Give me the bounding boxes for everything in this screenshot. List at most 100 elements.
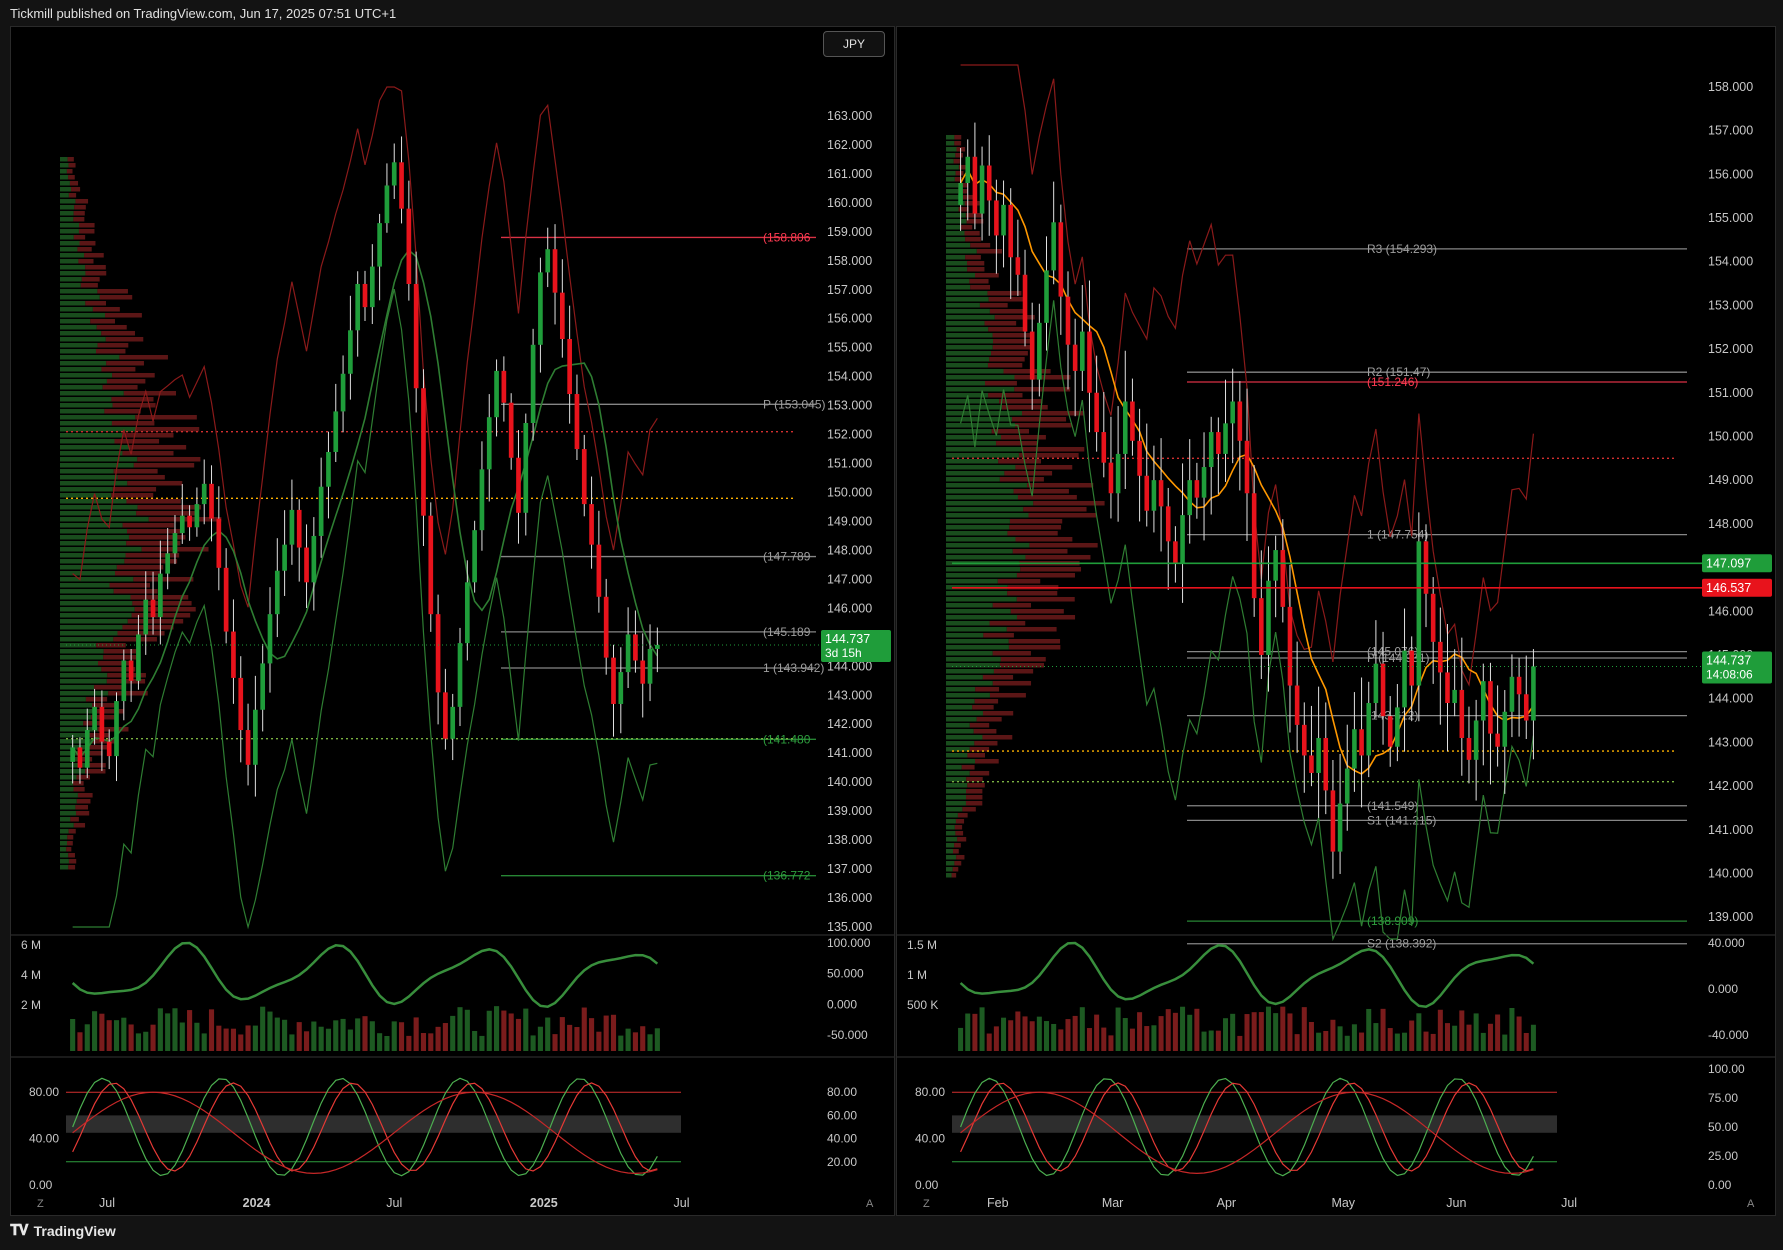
candle-body [633,634,638,661]
volume-bar [442,1023,448,1051]
volume-profile-bar [60,271,86,276]
volume-bar [515,1018,522,1051]
volume-profile-bar [946,183,959,188]
volume-profile-bar [946,255,966,260]
time-axis-label: Jul [1561,1196,1577,1210]
candle-body [1380,663,1386,717]
volume-profile-bar [946,375,1015,380]
candle-body [377,223,382,267]
volume-profile-bar [97,289,128,294]
candle-body [106,741,112,757]
volume-profile-bar [946,261,968,266]
volume-bar [1265,1006,1271,1051]
volume-profile-bar [60,655,104,660]
volume-profile-bar [964,231,980,236]
volume-profile-bar [60,331,102,336]
volume-bar [1015,1011,1021,1051]
right-chart-svg[interactable]: 158.000 157.000 156.000 155.000 154.000 153.0… [897,27,1775,1215]
volume-profile-bar [60,367,102,372]
price-axis-label: 146.000 [1708,604,1753,618]
countdown-label: 3d 15h [825,646,862,660]
volume-bar [1423,1031,1429,1051]
candle-body [1094,392,1099,433]
price-axis-label: 150.000 [1708,429,1753,443]
right-chart-panel[interactable]: 158.000 157.000 156.000 155.000 154.000 153.0… [896,26,1776,1216]
volume-profile-bar [60,283,81,288]
volume-bar [150,1024,156,1051]
volume-profile-bar [135,415,197,420]
candle-body [516,457,521,513]
volume-profile-bar [60,661,99,666]
volume-profile-bar [85,301,106,306]
candle-body [1008,204,1013,258]
volume-profile-bar [946,837,958,842]
volume-bar [216,1025,222,1051]
volume-profile-bar [60,457,138,462]
candle-body [435,614,441,693]
volume-bar [1244,1014,1250,1051]
volume-profile-bar [946,141,955,146]
price-axis-label: 158.000 [1708,80,1753,94]
left-chart-panel[interactable]: 163.000 162.000 161.000 160.000 159.000 158.0… [10,26,895,1216]
volume-profile-bar [60,775,77,780]
price-axis-label: 149.000 [1708,473,1753,487]
volume-profile-bar [79,223,95,228]
volume-profile-bar [77,247,92,252]
candle-body [267,614,273,664]
time-axis-label: Jul [99,1196,115,1210]
volume-profile-bar [60,307,93,312]
candle-body [1273,550,1278,581]
price-axis-label: 135.000 [827,920,872,934]
volume-bar [1187,1014,1193,1051]
oscillator-axis-label: 40.000 [1708,936,1745,950]
candle-body [253,709,258,765]
volume-profile-bar [60,469,114,474]
volume-bar [493,1006,500,1051]
volume-profile-bar [946,567,1021,572]
scale-mode-z-button: Z [923,1198,930,1210]
candle-body [1208,432,1214,468]
volume-bar [1215,1030,1221,1051]
time-axis-label: Jun [1446,1196,1466,1210]
volume-profile-bar [60,265,86,270]
candle-body [384,185,390,224]
candle-body [1287,606,1293,686]
volume-bar [1079,1007,1085,1051]
volume-bar [1316,1032,1322,1051]
volume-profile-bar [946,351,992,356]
volume-bar [1459,1010,1465,1051]
volume-profile-bar [60,559,125,564]
volume-bar [1058,1029,1064,1051]
symbol-badge[interactable]: JPY [823,31,885,57]
volume-profile-bar [97,343,129,348]
volume-bar [1402,1032,1408,1051]
volume-profile-bar [946,495,1018,500]
candle-body [1459,689,1465,738]
pivot-level-label: (143.612) [1367,709,1418,723]
left-chart-svg[interactable]: 163.000 162.000 161.000 160.000 159.000 158.0… [11,27,894,1215]
volume-bar [70,1018,76,1051]
volume-profile-bar [946,147,957,152]
volume-bar [1430,1033,1436,1051]
alert-price-label: 147.097 [1706,556,1751,570]
price-axis-label: 157.000 [1708,124,1753,138]
candle-body [1173,541,1178,564]
candle-body [472,530,477,583]
volume-profile-bar [60,619,128,624]
volume-bar [84,1024,90,1051]
volume-bar [99,1013,105,1051]
time-axis-label: Feb [987,1196,1009,1210]
volume-profile-bar [946,735,983,740]
candle-body [245,730,251,765]
volume-bar [654,1028,660,1051]
candle-body [1151,480,1157,511]
volume-profile-bar [60,553,126,558]
volume-bar [1022,1016,1028,1051]
volume-bar [1516,1016,1522,1051]
volume-profile-bar [73,235,86,240]
volume-profile-bar [946,333,993,338]
stoch-axis-left-label: 80.00 [915,1085,945,1099]
volume-profile-bar [137,505,202,510]
volume-profile-bar [67,841,73,846]
candle-body [1359,729,1364,756]
